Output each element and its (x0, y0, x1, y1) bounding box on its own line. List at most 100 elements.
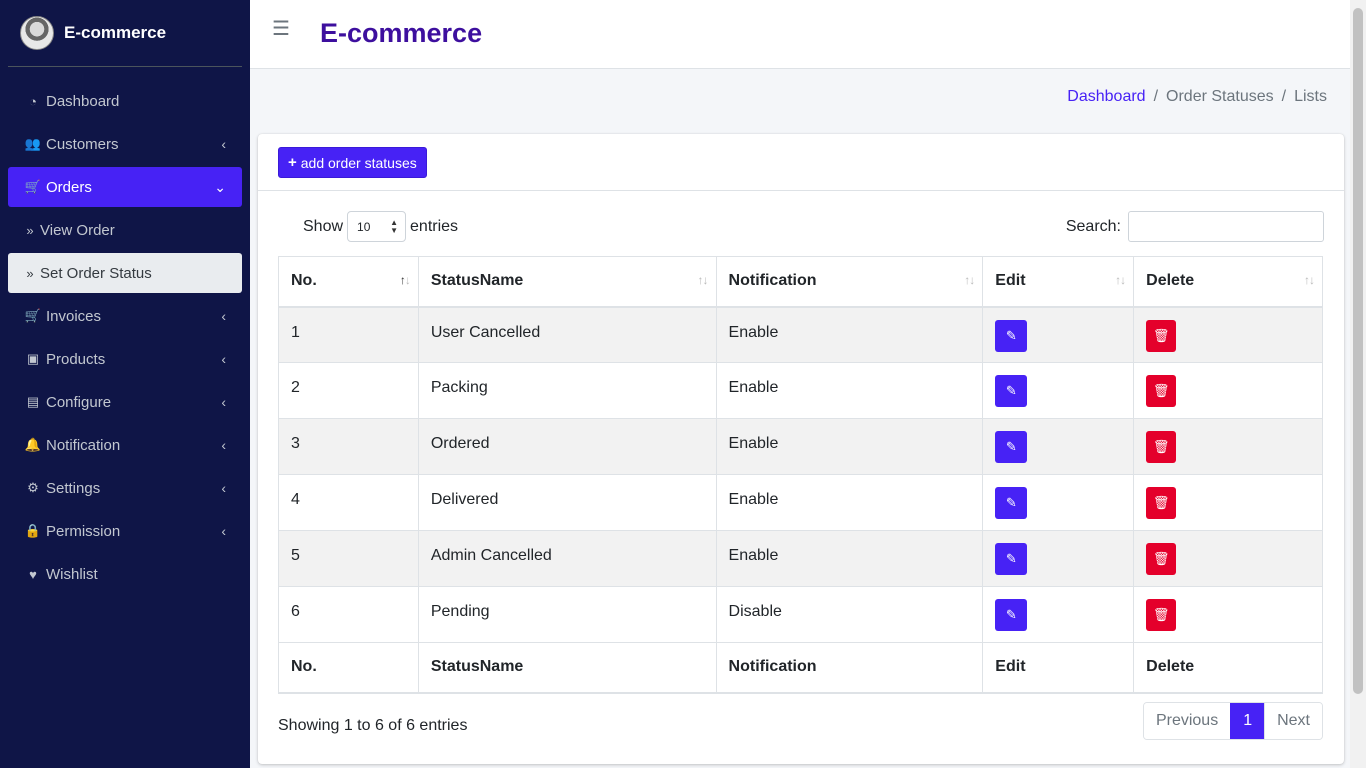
sidebar-item-invoices[interactable]: 🛒 Invoices ‹ (8, 296, 242, 336)
edit-button[interactable]: ✎ (995, 375, 1028, 407)
sidebar-item-customers[interactable]: 👥 Customers ‹ (8, 124, 242, 164)
edit-button[interactable]: ✎ (995, 319, 1028, 352)
edit-icon: ✎ (1005, 439, 1017, 454)
cell-status-name: Delivered (417, 474, 717, 531)
double-chevron-right-icon: » (26, 265, 34, 281)
breadcrumb: Dashboard / Order Statuses / Lists (1067, 88, 1327, 106)
cell-notification: Enable (715, 474, 984, 531)
cell-notification: Enable (715, 418, 984, 475)
cell-delete: 🗑 (1133, 530, 1323, 587)
trash-icon: 🗑 (1152, 495, 1170, 510)
entries-length-control: Show 10 ▲ ▼ entries (303, 211, 458, 242)
edit-button[interactable]: ✎ (995, 431, 1028, 463)
delete-button[interactable]: 🗑 (1146, 543, 1177, 575)
pagination-next[interactable]: Next (1265, 703, 1322, 739)
pagination-previous[interactable]: Previous (1143, 703, 1231, 739)
hamburger-icon[interactable]: ☰ (272, 16, 290, 41)
sidebar-item-view-order[interactable]: » View Order (8, 210, 242, 250)
table-row: 6 Pending Disable ✎ 🗑 (278, 586, 1323, 643)
brand-name: E-commerce (64, 23, 167, 42)
column-header-notification[interactable]: Notification ↑↓ (715, 256, 984, 308)
table-row: 3 Ordered Enable ✎ 🗑 (278, 418, 1323, 475)
delete-button[interactable]: 🗑 (1146, 599, 1177, 631)
edit-icon: ✎ (1005, 383, 1017, 398)
column-footer-statusname: StatusName (417, 642, 717, 694)
cell-status-name: Pending (417, 586, 717, 643)
table-info: Showing 1 to 6 of 6 entries (278, 717, 468, 734)
sidebar-item-label: Notification (46, 436, 121, 454)
add-order-statuses-button[interactable]: + add order statuses (278, 147, 427, 178)
sidebar-item-label: Wishlist (46, 565, 98, 583)
delete-button[interactable]: 🗑 (1146, 431, 1177, 463)
cell-no: 3 (278, 418, 419, 475)
cell-edit: ✎ (982, 474, 1135, 531)
delete-button[interactable]: 🗑 (1146, 487, 1177, 519)
edit-icon: ✎ (1005, 607, 1017, 622)
sidebar-item-orders[interactable]: 🛒 Orders ⌄ (8, 167, 242, 207)
cell-edit: ✎ (982, 362, 1135, 419)
sidebar-item-settings[interactable]: ⚙ Settings ‹ (8, 468, 242, 508)
column-header-label: StatusName (430, 272, 524, 290)
cell-delete: 🗑 (1133, 362, 1323, 419)
chevron-left-icon: ‹ (221, 437, 226, 453)
brand-link[interactable]: E-commerce (8, 0, 242, 67)
double-chevron-right-icon: » (26, 222, 34, 238)
column-footer-delete: Delete (1133, 642, 1323, 694)
edit-icon: ✎ (1005, 495, 1017, 510)
cell-notification: Enable (715, 306, 984, 363)
pagination: Previous 1 Next (1142, 702, 1323, 740)
trash-icon: 🗑 (1152, 439, 1170, 454)
edit-button[interactable]: ✎ (995, 599, 1028, 631)
cell-no: 4 (278, 474, 419, 531)
cell-delete: 🗑 (1133, 474, 1323, 531)
table-row: 1 User Cancelled Enable ✎ 🗑 (278, 306, 1323, 363)
sidebar-item-label: View Order (40, 221, 115, 239)
chevron-left-icon: ‹ (221, 136, 226, 152)
column-header-label: Notification (728, 272, 817, 290)
cell-no: 6 (278, 586, 419, 643)
column-header-label: No. (291, 272, 317, 290)
sidebar-item-label: Orders (46, 178, 92, 196)
book-icon: ▤ (26, 394, 40, 409)
trash-icon: 🗑 (1152, 607, 1170, 622)
sidebar-item-label: Set Order Status (40, 264, 152, 282)
column-header-no[interactable]: No. ↑↓ (278, 256, 419, 308)
sidebar-item-notification[interactable]: 🔔 Notification ‹ (8, 425, 242, 465)
delete-button[interactable]: 🗑 (1146, 375, 1177, 407)
cell-notification: Enable (715, 530, 984, 587)
cell-edit: ✎ (982, 418, 1135, 475)
edit-button[interactable]: ✎ (995, 543, 1028, 575)
column-header-edit[interactable]: Edit ↑↓ (982, 256, 1135, 308)
sidebar-item-set-order-status[interactable]: » Set Order Status (8, 253, 242, 293)
cell-edit: ✎ (982, 586, 1135, 643)
sidebar-item-dashboard[interactable]: ◔ Dashboard (8, 81, 242, 121)
sort-icon: ↑↓ (964, 273, 975, 287)
column-footer-edit: Edit (982, 642, 1135, 694)
column-header-statusname[interactable]: StatusName ↑↓ (417, 256, 717, 308)
edit-button[interactable]: ✎ (995, 487, 1028, 519)
table-row: 2 Packing Enable ✎ 🗑 (278, 362, 1323, 419)
chevron-left-icon: ‹ (221, 308, 226, 324)
entries-label: entries (410, 217, 459, 235)
column-header-delete[interactable]: Delete ↑↓ (1133, 256, 1323, 308)
delete-button[interactable]: 🗑 (1146, 319, 1177, 352)
sidebar-item-permission[interactable]: 🔒 Permission ‹ (8, 511, 242, 551)
scrollbar-thumb[interactable] (1353, 8, 1363, 694)
chevron-left-icon: ‹ (221, 394, 226, 410)
lock-icon: 🔒 (24, 523, 42, 538)
heart-icon: ♥ (29, 566, 37, 582)
pagination-page-current[interactable]: 1 (1230, 703, 1266, 739)
entries-length-select[interactable]: 10 ▲ ▼ (347, 211, 407, 242)
sidebar-item-wishlist[interactable]: ♥ Wishlist (8, 554, 242, 594)
breadcrumb-dashboard-link[interactable]: Dashboard (1067, 88, 1145, 106)
cell-no: 2 (278, 362, 419, 419)
vertical-scrollbar[interactable] (1350, 0, 1366, 768)
chevron-left-icon: ‹ (221, 523, 226, 539)
sidebar-item-products[interactable]: ▣ Products ‹ (8, 339, 242, 379)
search-input[interactable] (1128, 211, 1324, 242)
column-footer-no: No. (278, 642, 419, 694)
order-statuses-card: + add order statuses Show 10 ▲ ▼ entries … (258, 134, 1344, 764)
sidebar-item-configure[interactable]: ▤ Configure ‹ (8, 382, 242, 422)
cell-delete: 🗑 (1133, 306, 1323, 363)
entries-length-value: 10 (357, 219, 371, 234)
